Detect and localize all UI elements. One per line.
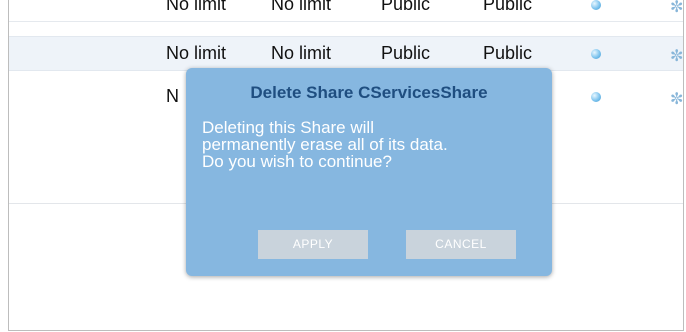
- write-access-cell: Public: [483, 43, 533, 63]
- apply-button[interactable]: APPLY: [258, 230, 368, 259]
- tools-icon[interactable]: ✼: [670, 0, 683, 17]
- table-row[interactable]: No limit No limit Public Public ✼: [9, 0, 683, 22]
- dialog-message: Deleting this Share will permanently era…: [202, 118, 448, 171]
- table-row[interactable]: No limit No limit Public Public ✼: [9, 36, 683, 71]
- status-dot-icon: [591, 49, 601, 59]
- delete-share-dialog: Delete Share CServicesShare Deleting thi…: [186, 68, 552, 276]
- read-access-cell: Public: [381, 0, 431, 14]
- tools-icon[interactable]: ✼: [670, 89, 683, 109]
- quota-cell: N: [166, 86, 179, 106]
- limit-cell: No limit: [271, 0, 332, 14]
- status-dot-icon: [591, 92, 601, 102]
- read-access-cell: Public: [381, 43, 431, 63]
- cancel-button[interactable]: CANCEL: [406, 230, 516, 259]
- quota-cell: No limit: [166, 43, 227, 63]
- dialog-title: Delete Share CServicesShare: [250, 83, 488, 102]
- tools-icon[interactable]: ✼: [670, 46, 683, 66]
- quota-cell: No limit: [166, 0, 227, 14]
- limit-cell: No limit: [271, 43, 332, 63]
- status-dot-icon: [591, 0, 601, 10]
- write-access-cell: Public: [483, 0, 533, 14]
